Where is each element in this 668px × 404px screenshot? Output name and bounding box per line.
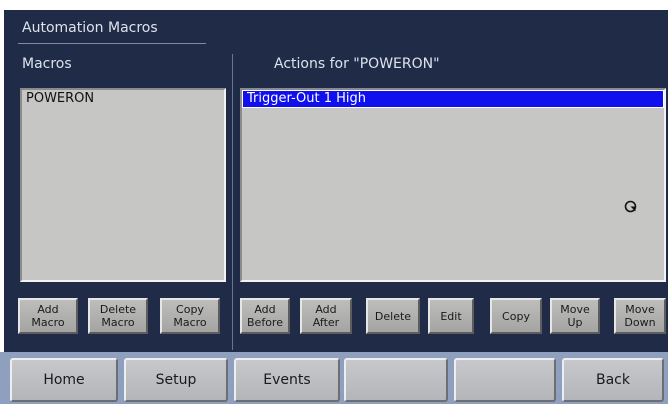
blank-nav-button-1[interactable] <box>344 358 448 402</box>
title-bar: Automation Macros <box>4 10 668 44</box>
delete-macro-button[interactable]: Delete Macro <box>88 298 148 334</box>
title-underline <box>18 43 206 44</box>
move-down-button[interactable]: Move Down <box>614 298 666 334</box>
macros-section-label: Macros <box>22 56 72 72</box>
bottom-nav-bar: Home Setup Events Back <box>0 352 668 404</box>
move-up-button[interactable]: Move Up <box>550 298 600 334</box>
copy-action-button[interactable]: Copy <box>490 298 542 334</box>
copy-macro-button[interactable]: Copy Macro <box>160 298 220 334</box>
blank-nav-button-2[interactable] <box>454 358 556 402</box>
action-list-item[interactable]: Trigger-Out 1 High <box>242 90 664 108</box>
page-title: Automation Macros <box>22 20 158 36</box>
delete-action-button[interactable]: Delete <box>366 298 420 334</box>
automation-macros-panel: Automation Macros Macros Actions for "PO… <box>4 10 668 352</box>
home-button[interactable]: Home <box>10 358 118 402</box>
add-after-button[interactable]: Add After <box>300 298 352 334</box>
touch-panel-screen: Automation Macros Macros Actions for "PO… <box>0 0 668 404</box>
busy-cursor-icon <box>624 200 637 213</box>
events-button[interactable]: Events <box>234 358 340 402</box>
column-divider <box>232 54 233 350</box>
add-macro-button[interactable]: Add Macro <box>18 298 78 334</box>
macro-list[interactable]: POWERON <box>20 88 226 282</box>
macro-list-item[interactable]: POWERON <box>22 90 224 108</box>
action-list[interactable]: Trigger-Out 1 High <box>240 88 666 282</box>
edit-action-button[interactable]: Edit <box>428 298 474 334</box>
add-before-button[interactable]: Add Before <box>240 298 290 334</box>
back-button[interactable]: Back <box>562 358 664 402</box>
setup-button[interactable]: Setup <box>124 358 228 402</box>
actions-section-label: Actions for "POWERON" <box>274 56 440 72</box>
